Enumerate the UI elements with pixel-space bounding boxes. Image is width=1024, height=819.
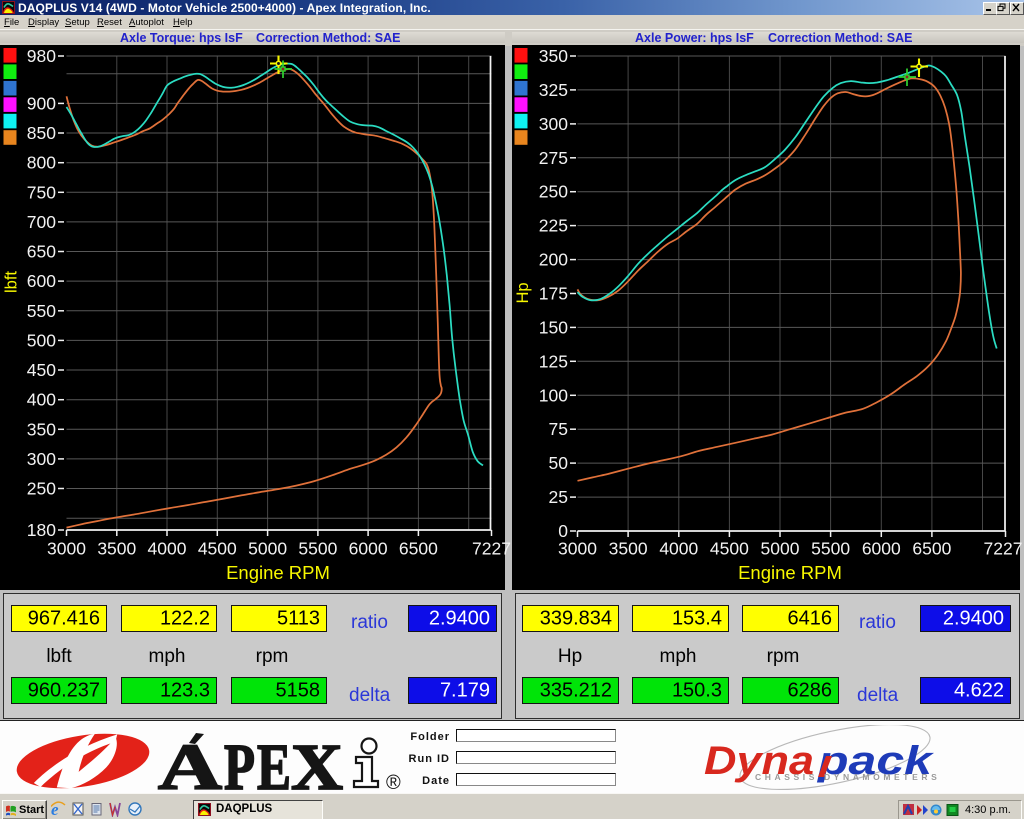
svg-text:6000: 6000 — [862, 539, 901, 559]
svg-text:®: ® — [386, 772, 401, 791]
svg-text:3000: 3000 — [558, 539, 597, 559]
svg-text:125: 125 — [539, 351, 568, 371]
svg-text:325: 325 — [539, 80, 568, 100]
svg-text:5000: 5000 — [248, 539, 287, 559]
svg-text:4500: 4500 — [710, 539, 749, 559]
svg-text:450: 450 — [27, 360, 56, 380]
svg-text:250: 250 — [539, 182, 568, 202]
svg-text:275: 275 — [539, 148, 568, 168]
svg-text:175: 175 — [539, 284, 568, 304]
svg-text:P: P — [224, 731, 255, 791]
svg-text:750: 750 — [27, 182, 56, 202]
svg-text:3500: 3500 — [609, 539, 648, 559]
svg-text:4000: 4000 — [659, 539, 698, 559]
svg-text:900: 900 — [27, 93, 56, 113]
svg-text:5500: 5500 — [811, 539, 850, 559]
svg-text:100: 100 — [539, 385, 568, 405]
svg-text:800: 800 — [27, 153, 56, 173]
svg-text:250: 250 — [27, 479, 56, 499]
svg-text:5000: 5000 — [761, 539, 800, 559]
svg-text:7227: 7227 — [984, 539, 1023, 559]
svg-text:850: 850 — [27, 123, 56, 143]
svg-text:500: 500 — [27, 330, 56, 350]
svg-text:5500: 5500 — [298, 539, 337, 559]
svg-text:Hp: Hp — [514, 282, 532, 303]
svg-text:4500: 4500 — [198, 539, 237, 559]
svg-text:Engine RPM: Engine RPM — [738, 562, 842, 583]
svg-text:E: E — [257, 731, 291, 791]
svg-text:200: 200 — [539, 250, 568, 270]
svg-text:A: A — [158, 731, 222, 791]
svg-text:CHASSIS DYNAMOMETERS: CHASSIS DYNAMOMETERS — [755, 772, 940, 782]
svg-text:lbft: lbft — [3, 271, 21, 293]
svg-text:4000: 4000 — [148, 539, 187, 559]
svg-text:6500: 6500 — [912, 539, 951, 559]
svg-text:650: 650 — [27, 242, 56, 262]
svg-text:980: 980 — [27, 46, 56, 66]
svg-text:6500: 6500 — [399, 539, 438, 559]
svg-text:50: 50 — [549, 453, 569, 473]
svg-text:180: 180 — [27, 520, 56, 540]
svg-text:550: 550 — [27, 301, 56, 321]
svg-text:350: 350 — [27, 419, 56, 439]
svg-text:3000: 3000 — [47, 539, 86, 559]
svg-text:225: 225 — [539, 216, 568, 236]
svg-text:600: 600 — [27, 271, 56, 291]
svg-text:150: 150 — [539, 317, 568, 337]
svg-text:25: 25 — [549, 487, 568, 507]
svg-text:7227: 7227 — [472, 539, 511, 559]
svg-text:300: 300 — [27, 449, 56, 469]
svg-text:X: X — [291, 731, 343, 791]
svg-text:6000: 6000 — [349, 539, 388, 559]
svg-text:700: 700 — [27, 212, 56, 232]
svg-text:75: 75 — [549, 419, 568, 439]
svg-text:300: 300 — [539, 114, 568, 134]
svg-text:350: 350 — [539, 46, 568, 66]
svg-text:3500: 3500 — [97, 539, 136, 559]
svg-text:Engine RPM: Engine RPM — [226, 562, 330, 583]
svg-text:400: 400 — [27, 390, 56, 410]
